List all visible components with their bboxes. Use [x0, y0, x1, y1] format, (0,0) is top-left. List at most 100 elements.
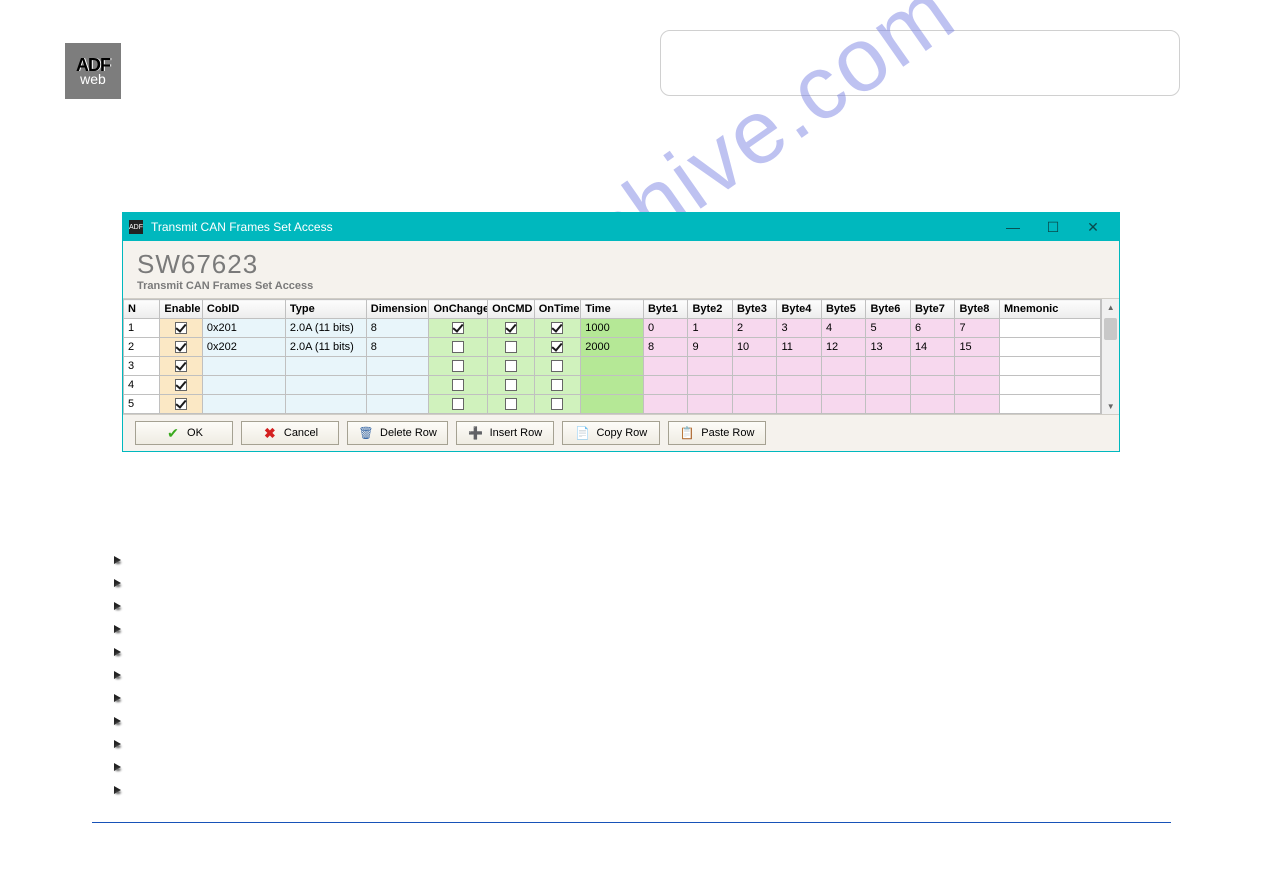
table-cell[interactable]: [821, 395, 866, 414]
table-cell[interactable]: 8: [643, 338, 688, 357]
table-cell[interactable]: 1: [124, 319, 160, 338]
table-cell[interactable]: 10: [732, 338, 777, 357]
table-cell[interactable]: 2: [124, 338, 160, 357]
maximize-button[interactable]: ☐: [1033, 213, 1073, 241]
insert-row-button[interactable]: ➕ Insert Row: [456, 421, 554, 445]
table-cell[interactable]: [821, 357, 866, 376]
checkbox[interactable]: [452, 379, 464, 391]
col-header[interactable]: Dimension: [366, 300, 429, 319]
table-cell[interactable]: [643, 376, 688, 395]
col-header[interactable]: Byte8: [955, 300, 1000, 319]
table-cell[interactable]: 2: [732, 319, 777, 338]
checkbox[interactable]: [175, 322, 187, 334]
col-header[interactable]: OnChange: [429, 300, 488, 319]
checkbox[interactable]: [452, 398, 464, 410]
table-cell[interactable]: [866, 376, 911, 395]
table-cell[interactable]: [866, 395, 911, 414]
table-cell[interactable]: [160, 395, 202, 414]
table-cell[interactable]: [777, 376, 822, 395]
table-cell[interactable]: [581, 395, 644, 414]
table-cell[interactable]: [160, 319, 202, 338]
checkbox[interactable]: [551, 398, 563, 410]
table-cell[interactable]: 4: [124, 376, 160, 395]
table-cell[interactable]: 14: [910, 338, 955, 357]
copy-row-button[interactable]: 📄 Copy Row: [562, 421, 660, 445]
table-cell[interactable]: 8: [366, 319, 429, 338]
checkbox[interactable]: [551, 322, 563, 334]
table-cell[interactable]: 1000: [581, 319, 644, 338]
table-cell[interactable]: [777, 395, 822, 414]
table-cell[interactable]: [955, 376, 1000, 395]
table-cell[interactable]: [202, 376, 285, 395]
minimize-button[interactable]: —: [993, 213, 1033, 241]
checkbox[interactable]: [505, 379, 517, 391]
table-cell[interactable]: 0x202: [202, 338, 285, 357]
table-cell[interactable]: [910, 395, 955, 414]
table-cell[interactable]: [160, 357, 202, 376]
table-cell[interactable]: [534, 319, 581, 338]
table-cell[interactable]: [429, 319, 488, 338]
table-cell[interactable]: [732, 395, 777, 414]
table-cell[interactable]: [688, 395, 733, 414]
table-cell[interactable]: [866, 357, 911, 376]
table-cell[interactable]: [999, 319, 1100, 338]
paste-row-button[interactable]: 📋 Paste Row: [668, 421, 766, 445]
checkbox[interactable]: [551, 341, 563, 353]
table-cell[interactable]: [366, 395, 429, 414]
checkbox[interactable]: [452, 322, 464, 334]
table-cell[interactable]: 2.0A (11 bits): [285, 319, 366, 338]
table-cell[interactable]: [910, 357, 955, 376]
table-cell[interactable]: 15: [955, 338, 1000, 357]
table-cell[interactable]: [955, 395, 1000, 414]
col-header[interactable]: OnTimer: [534, 300, 581, 319]
cancel-button[interactable]: ✖ Cancel: [241, 421, 339, 445]
table-cell[interactable]: 9: [688, 338, 733, 357]
table-cell[interactable]: 2000: [581, 338, 644, 357]
table-cell[interactable]: [999, 338, 1100, 357]
table-cell[interactable]: [732, 376, 777, 395]
close-button[interactable]: ✕: [1073, 213, 1113, 241]
table-cell[interactable]: [999, 376, 1100, 395]
table-cell[interactable]: [160, 376, 202, 395]
table-cell[interactable]: [366, 376, 429, 395]
table-cell[interactable]: [202, 357, 285, 376]
table-cell[interactable]: [488, 319, 535, 338]
col-header[interactable]: Byte6: [866, 300, 911, 319]
table-cell[interactable]: [643, 357, 688, 376]
table-cell[interactable]: 4: [821, 319, 866, 338]
table-row[interactable]: 4: [124, 376, 1101, 395]
table-cell[interactable]: [285, 376, 366, 395]
table-cell[interactable]: [202, 395, 285, 414]
col-header[interactable]: Byte7: [910, 300, 955, 319]
checkbox[interactable]: [505, 360, 517, 372]
table-cell[interactable]: 5: [866, 319, 911, 338]
col-header[interactable]: Type: [285, 300, 366, 319]
table-cell[interactable]: [955, 357, 1000, 376]
table-row[interactable]: 3: [124, 357, 1101, 376]
checkbox[interactable]: [551, 360, 563, 372]
table-cell[interactable]: 0x201: [202, 319, 285, 338]
table-cell[interactable]: [643, 395, 688, 414]
table-cell[interactable]: 3: [124, 357, 160, 376]
scroll-thumb[interactable]: [1104, 318, 1117, 340]
col-header[interactable]: Byte4: [777, 300, 822, 319]
table-cell[interactable]: [488, 376, 535, 395]
table-cell[interactable]: [821, 376, 866, 395]
table-cell[interactable]: 12: [821, 338, 866, 357]
col-header[interactable]: OnCMD: [488, 300, 535, 319]
table-cell[interactable]: [581, 357, 644, 376]
ok-button[interactable]: ✔ OK: [135, 421, 233, 445]
table-cell[interactable]: [534, 395, 581, 414]
col-header[interactable]: Byte2: [688, 300, 733, 319]
table-cell[interactable]: [534, 338, 581, 357]
table-cell[interactable]: [160, 338, 202, 357]
table-cell[interactable]: [688, 376, 733, 395]
table-cell[interactable]: [285, 357, 366, 376]
col-header[interactable]: Enable: [160, 300, 202, 319]
col-header[interactable]: Byte1: [643, 300, 688, 319]
table-cell[interactable]: 1: [688, 319, 733, 338]
checkbox[interactable]: [505, 398, 517, 410]
table-cell[interactable]: [534, 376, 581, 395]
table-row[interactable]: 20x2022.0A (11 bits)8200089101112131415: [124, 338, 1101, 357]
col-header[interactable]: Time: [581, 300, 644, 319]
